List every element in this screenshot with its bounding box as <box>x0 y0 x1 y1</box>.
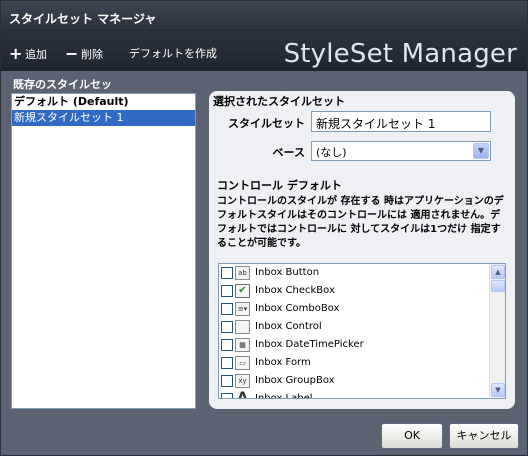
title-bar: スタイルセット マネージャ <box>1 1 527 31</box>
form-icon: ▭ <box>235 356 250 370</box>
chevron-down-icon[interactable]: ▼ <box>473 143 489 159</box>
combobox-icon: ≡▾ <box>235 302 250 316</box>
control-list-item[interactable]: ≡▾ Inbox ComboBox <box>219 300 505 318</box>
minus-icon: − <box>65 44 79 63</box>
control-item-label: Inbox ComboBox <box>255 303 340 314</box>
control-checkbox[interactable] <box>221 303 233 315</box>
delete-label: 削除 <box>81 48 103 61</box>
control-checkbox[interactable] <box>221 267 233 279</box>
styleset-list-item[interactable]: デフォルト (Default) <box>12 94 195 110</box>
control-checkbox[interactable] <box>221 321 233 333</box>
control-list-item[interactable]: ▭ Inbox Form <box>219 354 505 372</box>
content-area: 既存のスタイルセッ デフォルト (Default) 新規スタイルセット 1 選択さ… <box>1 71 527 455</box>
control-item-label: Inbox CheckBox <box>255 285 335 296</box>
control-defaults-title: コントロール デフォルト <box>217 179 342 192</box>
control-item-label: Inbox Form <box>255 357 311 368</box>
scroll-thumb[interactable] <box>491 280 505 292</box>
control-checkbox[interactable] <box>221 357 233 369</box>
control-checkbox[interactable] <box>221 285 233 297</box>
ok-button[interactable]: OK <box>381 423 443 449</box>
control-checkbox[interactable] <box>221 393 233 398</box>
groupbox-icon: xy <box>235 374 250 388</box>
scroll-down-icon[interactable]: ▼ <box>491 383 505 397</box>
control-item-label: Inbox Label <box>255 393 313 399</box>
control-checkbox[interactable] <box>221 339 233 351</box>
control-list-item[interactable]: A Inbox Label <box>219 390 505 399</box>
create-default-button[interactable]: デフォルトを作成 <box>129 46 217 62</box>
styleset-name-label: スタイルセット <box>228 117 305 130</box>
styleset-manager-window: スタイルセット マネージャ + 追加 − 削除 デフォルトを作成 StyleSet … <box>0 0 528 456</box>
styleset-name-input[interactable]: 新規スタイルセット 1 <box>311 111 491 132</box>
control-defaults-list[interactable]: ab Inbox Button ✔ Inbox CheckBox ≡▾ Inbox Com… <box>218 263 506 399</box>
control-list-item[interactable]: ▦ Inbox DateTimePicker <box>219 336 505 354</box>
base-label: ベース <box>272 146 305 159</box>
selected-styleset-title: 選択されたスタイルセット <box>213 95 345 108</box>
styleset-list-item[interactable]: 新規スタイルセット 1 <box>12 110 195 126</box>
delete-button[interactable]: − 削除 <box>65 46 103 62</box>
selected-styleset-panel: 選択されたスタイルセット スタイルセット 新規スタイルセット 1 ベース (なし… <box>209 91 515 409</box>
existing-stylesets-header: 既存のスタイルセッ <box>13 78 112 91</box>
toolbar: + 追加 − 削除 デフォルトを作成 StyleSet Manager <box>1 31 527 71</box>
control-defaults-description: コントロールのスタイルが 存在する 時はアプリケーションのデフォルトスタイルはそ… <box>217 196 504 249</box>
control-checkbox[interactable] <box>221 375 233 387</box>
add-button[interactable]: + 追加 <box>9 46 47 62</box>
control-item-label: Inbox DateTimePicker <box>255 339 364 350</box>
base-select-value: (なし) <box>316 146 347 159</box>
scroll-up-icon[interactable]: ▲ <box>491 265 505 279</box>
control-list-item[interactable]: ab Inbox Button <box>219 264 505 282</box>
checkbox-icon: ✔ <box>235 284 250 298</box>
control-list-scrollbar[interactable]: ▲ ▼ <box>489 264 505 398</box>
control-list-item[interactable]: xy Inbox GroupBox <box>219 372 505 390</box>
button-icon: ab <box>235 266 250 280</box>
control-item-label: Inbox Button <box>255 267 320 278</box>
existing-stylesets-list[interactable]: デフォルト (Default) 新規スタイルセット 1 <box>11 93 196 409</box>
control-list-item[interactable]: ✔ Inbox CheckBox <box>219 282 505 300</box>
base-select[interactable]: (なし) ▼ <box>311 141 491 161</box>
control-item-label: Inbox Control <box>255 321 322 332</box>
control-item-label: Inbox GroupBox <box>255 375 335 386</box>
control-items: ab Inbox Button ✔ Inbox CheckBox ≡▾ Inbox Com… <box>219 264 505 399</box>
plus-icon: + <box>9 44 23 63</box>
label-icon: A <box>237 390 248 399</box>
control-icon <box>235 320 250 334</box>
add-label: 追加 <box>25 48 47 61</box>
control-list-item[interactable]: Inbox Control <box>219 318 505 336</box>
cancel-button[interactable]: キャンセル <box>449 423 519 449</box>
calendar-icon: ▦ <box>235 338 250 352</box>
brand-title: StyleSet Manager <box>283 39 517 69</box>
